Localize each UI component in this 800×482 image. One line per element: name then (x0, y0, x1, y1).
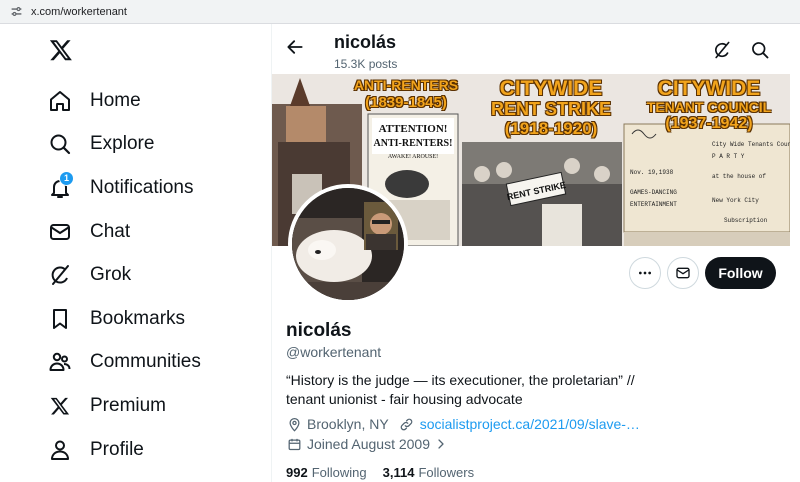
sidebar: Home Explore 1 Notifications Chat Grok B… (0, 24, 272, 482)
chevron-right-icon (433, 436, 449, 452)
svg-text:AWAKE! AROUSE!: AWAKE! AROUSE! (388, 154, 438, 160)
following-link[interactable]: 992 Following (286, 465, 367, 480)
avatar[interactable] (288, 184, 408, 304)
browser-address-bar[interactable]: x.com/workertenant (0, 0, 800, 24)
sidebar-item-label: Bookmarks (90, 307, 186, 329)
url-text[interactable]: x.com/workertenant (31, 6, 127, 18)
following-count: 992 (286, 465, 308, 480)
banner-heading-2: CITYWIDE (499, 77, 603, 100)
bookmark-icon (46, 305, 74, 333)
banner-heading-1: ANTI-RENTERS (353, 77, 459, 93)
sidebar-item-home[interactable]: Home (46, 79, 201, 123)
sidebar-item-explore[interactable]: Explore (46, 123, 201, 167)
x-logo-icon (46, 392, 74, 420)
calendar-icon (286, 436, 302, 452)
person-icon (46, 436, 74, 464)
x-logo-icon[interactable] (49, 38, 75, 64)
sidebar-item-label: Premium (90, 394, 167, 416)
followers-link[interactable]: 3,114 Followers (383, 465, 474, 480)
sidebar-item-notifications[interactable]: 1 Notifications (46, 166, 201, 210)
sidebar-item-label: Notifications (90, 176, 194, 198)
svg-text:ATTENTION!: ATTENTION! (379, 123, 448, 135)
link-icon (399, 416, 415, 432)
svg-text:Subscription: Subscription (724, 217, 768, 224)
more-options-button[interactable] (629, 257, 661, 289)
message-button[interactable] (667, 257, 699, 289)
banner-heading-3-years: (1937-1942) (665, 115, 753, 132)
profile-location: Brooklyn, NY (307, 416, 389, 432)
profile-joined: Joined August 2009 (307, 436, 430, 452)
back-button[interactable] (284, 36, 306, 58)
svg-text:City Wide Tenants Council: City Wide Tenants Council (712, 141, 790, 148)
sidebar-nav: Home Explore 1 Notifications Chat Grok B… (46, 79, 201, 471)
home-icon (46, 87, 74, 115)
mail-icon (46, 218, 74, 246)
sidebar-item-chat[interactable]: Chat (46, 210, 201, 254)
profile-display-name: nicolás (286, 320, 352, 341)
grok-icon (46, 261, 74, 289)
location-pin-icon (286, 416, 302, 432)
profile-bio: “History is the judge — its executioner,… (286, 372, 635, 407)
following-label: Following (311, 465, 367, 480)
profile-website-link[interactable]: socialistproject.ca/2021/09/slave-… (420, 416, 640, 432)
sidebar-item-label: Communities (90, 351, 201, 373)
svg-text:ENTERTAINMENT: ENTERTAINMENT (630, 201, 677, 208)
search-icon (46, 130, 74, 158)
sidebar-item-profile[interactable]: Profile (46, 428, 201, 472)
search-icon[interactable] (750, 40, 772, 62)
follow-stats: 992 Following 3,114 Followers (286, 465, 474, 480)
svg-text:GAMES-DANCING: GAMES-DANCING (630, 189, 677, 196)
header-name: nicolás (334, 32, 397, 52)
svg-text:at the house of: at the house of (712, 173, 766, 180)
banner-heading-2-years: (1918-1920) (504, 119, 598, 138)
profile-joined-row[interactable]: Joined August 2009 (286, 436, 454, 452)
mail-icon (676, 267, 690, 279)
sidebar-item-premium[interactable]: Premium (46, 384, 201, 428)
site-settings-icon[interactable] (9, 5, 23, 19)
svg-text:New York City: New York City (712, 197, 759, 204)
bell-icon: 1 (46, 170, 74, 202)
arrow-left-icon (287, 40, 303, 54)
svg-text:P A R T Y: P A R T Y (712, 153, 745, 160)
sidebar-item-communities[interactable]: Communities (46, 341, 201, 385)
ellipsis-icon (639, 271, 651, 275)
sidebar-item-label: Chat (90, 220, 131, 242)
sidebar-item-label: Profile (90, 438, 144, 460)
banner-heading-2-sub: RENT STRIKE (490, 99, 611, 119)
profile-column: nicolás 15.3K posts ATTENTION! ANTI-RENT… (272, 24, 800, 482)
banner-heading-3-sub: TENANT COUNCIL (646, 99, 772, 115)
sidebar-item-label: Explore (90, 133, 155, 155)
sidebar-item-label: Home (90, 89, 141, 111)
sidebar-item-label: Grok (90, 264, 132, 286)
follow-button[interactable]: Follow (705, 257, 776, 289)
posts-count: 15.3K posts (334, 57, 398, 71)
followers-label: Followers (418, 465, 475, 480)
profile-handle: @workertenant (286, 344, 382, 360)
profile-header-bar: nicolás 15.3K posts (272, 24, 790, 74)
sidebar-item-bookmarks[interactable]: Bookmarks (46, 297, 201, 341)
notification-badge: 1 (59, 170, 74, 186)
grok-icon[interactable] (712, 40, 734, 62)
svg-text:Nov. 19,1938: Nov. 19,1938 (630, 169, 674, 176)
banner-heading-3: CITYWIDE (657, 77, 761, 100)
profile-meta-row: Brooklyn, NY socialistproject.ca/2021/09… (286, 416, 640, 432)
sidebar-item-grok[interactable]: Grok (46, 253, 201, 297)
followers-count: 3,114 (382, 465, 415, 480)
banner-heading-1-years: (1839-1845) (365, 94, 447, 111)
svg-text:ANTI-RENTERS!: ANTI-RENTERS! (374, 138, 453, 149)
communities-icon (46, 348, 74, 376)
